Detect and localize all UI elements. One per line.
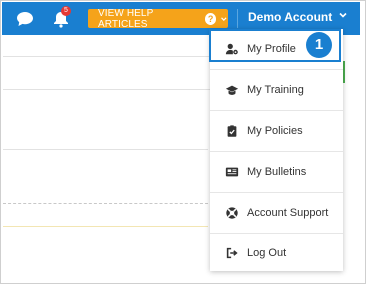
graduation-cap-icon (225, 85, 239, 95)
menu-item-label: Log Out (247, 246, 287, 259)
menu-item-my-bulletins[interactable]: My Bulletins (210, 152, 343, 193)
content-divider (3, 149, 208, 150)
menu-item-label: Account Support (247, 207, 329, 219)
chevron-down-icon (221, 16, 227, 21)
chevron-down-icon[interactable] (338, 10, 348, 20)
account-menu-label[interactable]: Demo Account (248, 10, 332, 24)
newspaper-icon (225, 167, 239, 177)
clipboard-check-icon (227, 125, 237, 137)
sign-out-icon (226, 247, 238, 258)
menu-item-my-training[interactable]: My Training (210, 70, 343, 111)
notification-badge: 5 (61, 6, 71, 16)
question-circle-icon: ? (204, 12, 217, 25)
content-divider-highlight (3, 226, 208, 227)
view-help-articles-button[interactable]: VIEW HELP ARTICLES ? (88, 7, 228, 30)
screenshot-frame: 5 VIEW HELP ARTICLES ? Demo Account My P… (0, 0, 366, 284)
step-marker: 1 (306, 32, 332, 58)
chat-icon[interactable] (16, 11, 34, 27)
topbar-divider (237, 9, 238, 28)
menu-item-my-policies[interactable]: My Policies (210, 111, 343, 152)
menu-item-label: My Training (247, 84, 304, 96)
menu-item-log-out[interactable]: Log Out (210, 234, 343, 271)
lifebuoy-icon (226, 207, 238, 219)
help-button-label: VIEW HELP ARTICLES (98, 7, 154, 30)
content-divider-dashed (3, 203, 208, 204)
menu-item-label: My Policies (247, 125, 303, 137)
menu-item-account-support[interactable]: Account Support (210, 193, 343, 234)
menu-item-label: My Bulletins (247, 166, 307, 178)
account-dropdown-menu: My Profile My Training My Policies My Bu… (210, 29, 343, 271)
